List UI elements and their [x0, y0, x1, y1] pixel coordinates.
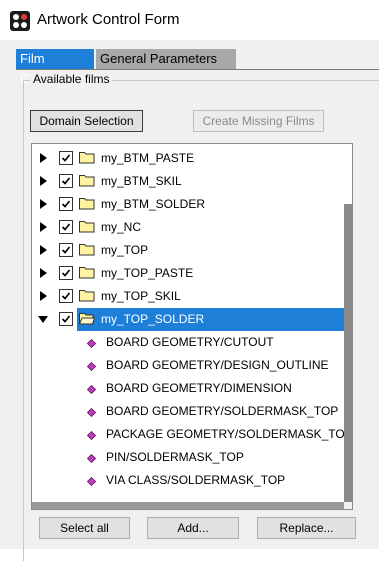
layer-name: VIA CLASS/SOLDERMASK_TOP	[106, 473, 286, 487]
layer-name: PACKAGE GEOMETRY/SOLDERMASK_TOP	[106, 427, 353, 441]
layer-diamond-icon	[86, 452, 97, 464]
folder-icon	[79, 174, 95, 187]
film-checkbox[interactable]	[59, 289, 73, 303]
collapse-arrow-icon[interactable]	[38, 316, 48, 323]
film-row[interactable]: my_TOP	[32, 239, 352, 262]
tab-general-parameters[interactable]: General Parameters	[96, 49, 236, 69]
film-checkbox[interactable]	[59, 243, 73, 257]
add-button[interactable]: Add...	[147, 517, 239, 539]
layer-name: BOARD GEOMETRY/DIMENSION	[106, 381, 292, 395]
layer-row[interactable]: PIN/SOLDERMASK_TOP	[32, 446, 352, 469]
layer-row[interactable]: BOARD GEOMETRY/DESIGN_OUTLINE	[32, 354, 352, 377]
title-bar: Artwork Control Form	[0, 0, 379, 40]
layer-diamond-icon	[86, 475, 97, 487]
layer-diamond-icon	[86, 337, 97, 349]
film-name: my_BTM_SOLDER	[101, 197, 206, 211]
film-row[interactable]: my_BTM_PASTE	[32, 147, 352, 170]
open-folder-icon	[78, 312, 96, 325]
layer-row[interactable]: PACKAGE GEOMETRY/SOLDERMASK_TOP	[32, 423, 352, 446]
film-row[interactable]: my_TOP_PASTE	[32, 262, 352, 285]
film-checkbox[interactable]	[59, 151, 73, 165]
film-name: my_BTM_SKIL	[101, 174, 182, 188]
layer-row[interactable]: BOARD GEOMETRY/SOLDERMASK_TOP	[32, 400, 352, 423]
expand-arrow-icon[interactable]	[40, 245, 47, 255]
film-row[interactable]: my_BTM_SKIL	[32, 170, 352, 193]
film-checkbox[interactable]	[59, 266, 73, 280]
folder-icon	[79, 197, 95, 210]
layer-diamond-icon	[86, 360, 97, 372]
film-name: my_BTM_PASTE	[101, 151, 195, 165]
film-name: my_TOP	[101, 243, 149, 257]
layer-diamond-icon	[86, 429, 97, 441]
layer-name: BOARD GEOMETRY/SOLDERMASK_TOP	[106, 404, 339, 418]
film-row[interactable]: my_NC	[32, 216, 352, 239]
app-icon	[10, 11, 30, 31]
film-row[interactable]: my_TOP_SKIL	[32, 285, 352, 308]
scrollbar-corner	[344, 502, 352, 509]
layer-row[interactable]: BOARD GEOMETRY/DIMENSION	[32, 377, 352, 400]
films-tree[interactable]: my_BTM_PASTE my_BTM_SKIL my_BTM_SOLDER my_N…	[31, 143, 353, 510]
layer-diamond-icon	[86, 406, 97, 418]
folder-icon	[79, 151, 95, 164]
film-name: my_TOP_PASTE	[101, 266, 194, 280]
expand-arrow-icon[interactable]	[40, 222, 47, 232]
select-all-button[interactable]: Select all	[39, 517, 130, 539]
film-name: my_TOP_SOLDER	[101, 312, 205, 326]
layer-diamond-icon	[86, 383, 97, 395]
layer-name: PIN/SOLDERMASK_TOP	[106, 450, 244, 464]
film-checkbox[interactable]	[59, 220, 73, 234]
domain-selection-button[interactable]: Domain Selection	[30, 110, 143, 132]
expand-arrow-icon[interactable]	[40, 176, 47, 186]
tab-film-control[interactable]: Film Control	[16, 49, 94, 86]
film-name: my_NC	[101, 220, 142, 234]
film-name: my_TOP_SKIL	[101, 289, 181, 303]
folder-icon	[79, 289, 95, 302]
folder-icon	[79, 243, 95, 256]
group-label: Available films	[30, 72, 113, 86]
horizontal-scrollbar[interactable]	[32, 502, 344, 509]
expand-arrow-icon[interactable]	[40, 291, 47, 301]
folder-icon	[79, 220, 95, 233]
expand-arrow-icon[interactable]	[40, 199, 47, 209]
folder-icon	[79, 266, 95, 279]
layer-name: BOARD GEOMETRY/CUTOUT	[106, 335, 274, 349]
film-checkbox[interactable]	[59, 197, 73, 211]
expand-arrow-icon[interactable]	[40, 153, 47, 163]
film-row[interactable]: my_BTM_SOLDER	[32, 193, 352, 216]
film-checkbox[interactable]	[59, 174, 73, 188]
window-title: Artwork Control Form	[37, 11, 180, 28]
layer-name: BOARD GEOMETRY/DESIGN_OUTLINE	[106, 358, 329, 372]
layer-row[interactable]: BOARD GEOMETRY/CUTOUT	[32, 331, 352, 354]
vertical-scrollbar[interactable]	[344, 204, 352, 509]
expand-arrow-icon[interactable]	[40, 268, 47, 278]
layer-row[interactable]: VIA CLASS/SOLDERMASK_TOP	[32, 469, 352, 492]
film-checkbox[interactable]	[59, 312, 73, 326]
replace-button[interactable]: Replace...	[257, 517, 356, 539]
create-missing-films-button[interactable]: Create Missing Films	[193, 110, 324, 132]
tab-divider	[16, 69, 379, 70]
artwork-control-window: Artwork Control Form Film Control Genera…	[0, 0, 379, 561]
film-row[interactable]: my_TOP_SOLDER	[32, 308, 352, 331]
